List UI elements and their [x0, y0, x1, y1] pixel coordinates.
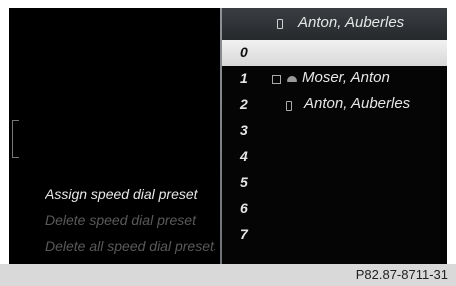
speed-dial-row-0[interactable]: 0 [222, 40, 447, 66]
speed-dial-row-6[interactable]: 6 [222, 196, 447, 222]
speed-dial-row-3[interactable]: 3 [222, 118, 447, 144]
speed-dial-contact-name: Anton, Auberles [304, 95, 411, 112]
mobile-phone-icon [286, 101, 292, 111]
contact-header: Anton, Auberles [222, 8, 447, 40]
home-phone-icon [287, 76, 297, 82]
figure-caption-bar: P82.87-8711-31 [0, 264, 456, 286]
speed-dial-number: 3 [240, 122, 248, 138]
speed-dial-row-5[interactable]: 5 [222, 170, 447, 196]
office-phone-icon [272, 75, 281, 84]
speed-dial-list: Anton, Auberles 0 1 Moser, Anton 2 Anton… [222, 8, 447, 264]
speed-dial-number: 4 [240, 148, 248, 164]
speed-dial-contact-name: Moser, Anton [302, 69, 390, 86]
menu-item-assign-speed-dial[interactable]: Assign speed dial preset [45, 183, 215, 205]
speed-dial-number: 0 [240, 44, 248, 60]
speed-dial-number: 6 [240, 200, 248, 216]
menu-item-delete-speed-dial: Delete speed dial preset [45, 212, 196, 228]
menu-item-delete-all-speed-dials: Delete all speed dial presets [45, 238, 215, 254]
speed-dial-row-7[interactable]: 7 [222, 222, 447, 248]
mobile-phone-icon [277, 19, 283, 29]
head-unit-screen: Assign speed dial preset Delete speed di… [9, 8, 447, 264]
scroll-indicator [12, 120, 19, 158]
contact-header-name: Anton, Auberles [298, 14, 405, 31]
speed-dial-number: 2 [240, 96, 248, 112]
speed-dial-row-4[interactable]: 4 [222, 144, 447, 170]
speed-dial-number: 1 [240, 70, 248, 86]
options-menu: Assign speed dial preset Delete speed di… [9, 8, 220, 264]
figure-reference: P82.87-8711-31 [355, 267, 448, 282]
speed-dial-number: 7 [240, 226, 248, 242]
speed-dial-row-1[interactable]: 1 Moser, Anton [222, 66, 447, 92]
speed-dial-row-2[interactable]: 2 Anton, Auberles [222, 92, 447, 118]
speed-dial-number: 5 [240, 174, 248, 190]
